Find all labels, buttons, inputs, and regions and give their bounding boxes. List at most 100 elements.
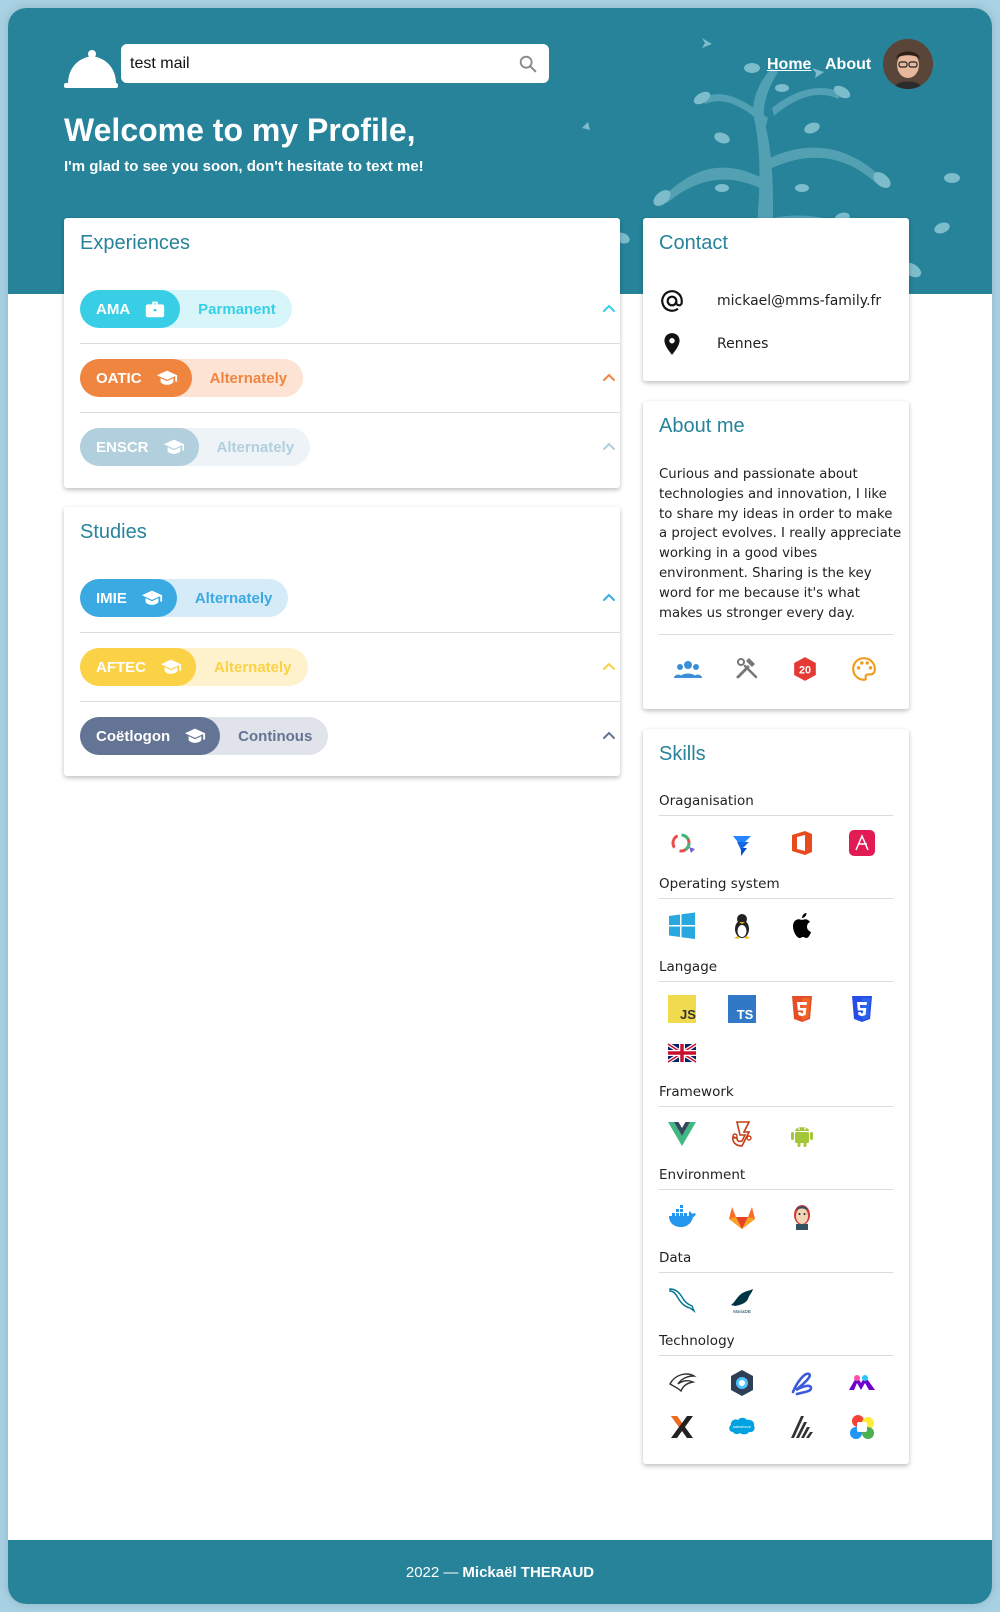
d20-dice-icon: 20 <box>791 655 819 683</box>
studies-badge[interactable]: IMIE <box>80 579 177 617</box>
webrtc-icon <box>839 1405 899 1449</box>
skill-category-language: Langage <box>659 959 893 982</box>
location-pin-icon <box>664 333 680 355</box>
svg-text:20: 20 <box>799 664 811 676</box>
studies-badge[interactable]: AFTEC <box>80 648 196 686</box>
experiences-pill[interactable]: OATIC Alternately <box>80 359 304 397</box>
at-sign-icon <box>661 290 683 312</box>
footer-author: Mickaël THERAUD <box>462 1563 595 1581</box>
skill-category-environment: Environment <box>659 1167 893 1190</box>
sonar-icon <box>779 1405 839 1449</box>
divider <box>659 634 893 635</box>
search-icon[interactable] <box>517 53 539 75</box>
windows-icon <box>659 904 719 948</box>
page-frame: Home About Welcome to my Profile, I'm gl… <box>8 8 992 1604</box>
studies-name: AFTEC <box>96 658 146 676</box>
page-subtitle: I'm glad to see you soon, don't hesitate… <box>64 158 424 175</box>
nav-about-link[interactable]: About <box>825 56 871 74</box>
office-icon <box>779 821 839 865</box>
contact-city-text: Rennes <box>717 336 769 352</box>
hobbies-row: 20 <box>659 655 893 683</box>
studies-name: Coëtlogon <box>96 727 171 745</box>
hapi-icon <box>659 1361 719 1405</box>
android-icon <box>779 1112 839 1156</box>
graduation-cap-icon <box>141 590 162 605</box>
experiences-title: Experiences <box>80 232 191 254</box>
search-input[interactable] <box>130 54 517 73</box>
skill-category-framework: Framework <box>659 1084 893 1107</box>
contact-email[interactable]: mickael@mms-family.fr <box>659 288 881 314</box>
graduation-cap-icon <box>160 659 182 674</box>
gitlab-icon <box>719 1195 779 1239</box>
jest-icon <box>719 1112 779 1156</box>
tools-icon <box>733 655 761 683</box>
about-title: About me <box>659 415 745 437</box>
experiences-badge[interactable]: ENSCR <box>80 428 199 466</box>
skill-icons-language: JS TS <box>659 987 899 1075</box>
about-text: Curious and passionate about technologie… <box>659 467 902 621</box>
about-card: About me Curious and passionate about te… <box>643 401 909 709</box>
javascript-icon: JS <box>659 987 719 1031</box>
svg-text:TS: TS <box>737 1007 754 1022</box>
contact-city: Rennes <box>659 331 768 357</box>
mariadb-icon: MariaDB <box>719 1278 779 1322</box>
footer-year: 2022 — <box>405 1563 459 1581</box>
experiences-pill[interactable]: ENSCR Alternately <box>80 428 311 466</box>
jira-icon <box>719 821 779 865</box>
footer: 2022 — Mickaël THERAUD <box>8 1540 992 1604</box>
graduation-cap-icon <box>163 439 184 454</box>
css3-icon <box>839 987 899 1031</box>
experiences-badge[interactable]: AMA <box>80 290 181 328</box>
nav-home-link[interactable]: Home <box>767 56 811 74</box>
skill-icons-technology: salesforce <box>659 1361 899 1449</box>
xcode-x-icon <box>659 1405 719 1449</box>
experiences-name: OATIC <box>96 369 142 387</box>
studies-badge[interactable]: Coëtlogon <box>80 717 221 755</box>
vue-icon <box>659 1112 719 1156</box>
experiences-row[interactable]: AMA Parmanent <box>80 274 620 344</box>
chevron-up-icon[interactable] <box>602 728 616 742</box>
affinity-icon <box>839 821 899 865</box>
avatar[interactable] <box>883 39 933 89</box>
skill-category-technology: Technology <box>659 1333 893 1356</box>
experiences-name: ENSCR <box>96 438 149 456</box>
experiences-pill[interactable]: AMA Parmanent <box>80 290 292 328</box>
experiences-row[interactable]: ENSCR Alternately <box>80 412 620 482</box>
experiences-name: AMA <box>96 300 131 318</box>
studies-row[interactable]: Coëtlogon Continous <box>80 701 620 771</box>
studies-row[interactable]: IMIE Alternately <box>80 563 620 633</box>
docker-icon <box>659 1195 719 1239</box>
group-icon <box>674 655 703 683</box>
skill-category-organisation: Oraganisation <box>659 793 893 816</box>
studies-pill[interactable]: Coëtlogon Continous <box>80 717 329 755</box>
chevron-up-icon[interactable] <box>602 590 616 604</box>
briefcase-icon <box>146 301 165 318</box>
studies-pill[interactable]: IMIE Alternately <box>80 579 289 617</box>
experiences-badge[interactable]: OATIC <box>80 359 192 397</box>
chevron-up-icon[interactable] <box>602 370 616 384</box>
studies-title: Studies <box>80 521 147 543</box>
jenkins-icon <box>779 1195 839 1239</box>
skill-category-os: Operating system <box>659 876 893 899</box>
skills-card: Skills Oraganisation Operating system La… <box>643 729 909 1464</box>
graduation-cap-icon <box>156 370 177 385</box>
studies-card: Studies IMIE Alternately AFTEC Alternately C… <box>64 507 620 776</box>
html5-icon <box>779 987 839 1031</box>
typescript-icon: TS <box>719 987 779 1031</box>
palette-icon <box>850 655 878 683</box>
contact-card: Contact mickael@mms-family.fr Rennes <box>643 218 909 381</box>
skill-icons-data: MariaDB <box>659 1278 899 1322</box>
contact-email-text[interactable]: mickael@mms-family.fr <box>717 293 881 309</box>
studies-pill[interactable]: AFTEC Alternately <box>80 648 308 686</box>
bell-logo-icon <box>64 50 118 88</box>
svg-text:MariaDB: MariaDB <box>733 1309 751 1314</box>
chevron-up-icon[interactable] <box>602 439 616 453</box>
english-flag-icon <box>659 1031 719 1075</box>
make-icon <box>839 1361 899 1405</box>
studies-row[interactable]: AFTEC Alternately <box>80 632 620 702</box>
search-bar[interactable] <box>121 44 549 83</box>
graduation-cap-icon <box>185 728 206 743</box>
chevron-up-icon[interactable] <box>602 659 616 673</box>
experiences-row[interactable]: OATIC Alternately <box>80 343 620 413</box>
chevron-up-icon[interactable] <box>602 301 616 315</box>
